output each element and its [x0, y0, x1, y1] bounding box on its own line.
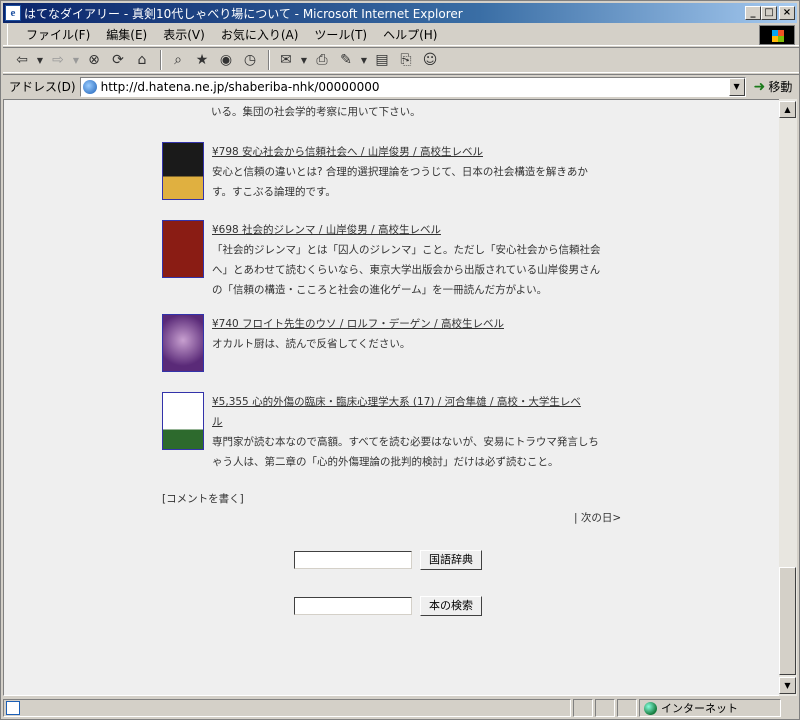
- close-button[interactable]: ×: [779, 6, 795, 20]
- menu-file[interactable]: ファイル(F): [18, 25, 98, 45]
- windows-logo-icon: [759, 25, 795, 45]
- forward-icon[interactable]: ⇨: [47, 50, 69, 70]
- menu-edit[interactable]: 編集(E): [98, 25, 155, 45]
- globe-icon: [644, 701, 657, 715]
- menu-help[interactable]: ヘルプ(H): [375, 25, 445, 45]
- page-icon: [82, 79, 97, 94]
- book-desc-tail: いる。集団の社会学的考察に用いて下さい。: [211, 106, 421, 118]
- edit-dropdown-icon[interactable]: ▼: [359, 50, 369, 70]
- menu-view[interactable]: 表示(V): [155, 25, 213, 45]
- book-desc-line: 専門家が読む本なので高額。すべてを読む必要はないが、安易にトラウマ発言しち: [212, 436, 599, 448]
- browser-window: e はてなダイアリー - 真剣10代しゃべり場について - Microsoft …: [0, 0, 800, 720]
- book-title-link[interactable]: ¥698 社会的ジレンマ / 山岸俊男 / 高校生レベル: [212, 220, 627, 240]
- book-cover-image[interactable]: [162, 314, 204, 372]
- book-cover-image[interactable]: [162, 220, 204, 278]
- book-title-link[interactable]: ¥5,355 心的外傷の臨床・臨床心理学大系 (17) / 河合隼雄 / 高校・…: [212, 392, 627, 412]
- minimize-button[interactable]: _: [745, 6, 761, 20]
- book-desc-line: の「信頼の構造・こころと社会の進化ゲーム」を一冊読んだ方がよい。: [212, 284, 548, 296]
- standard-toolbar: ⇦ ▼ ⇨ ▼ ⊗ ⟳ ⌂ ⌕ ★ ◉ ◷ ✉ ▼ ⎙ ✎ ▼ ▤ ⎘ ☺: [3, 47, 799, 73]
- scroll-thumb[interactable]: [779, 567, 796, 675]
- print-icon[interactable]: ⎙: [311, 50, 333, 70]
- security-zone: インターネット: [639, 699, 781, 717]
- edit-icon[interactable]: ✎: [335, 50, 357, 70]
- next-day-link[interactable]: | 次の日>: [574, 508, 621, 528]
- zone-label: インターネット: [661, 702, 738, 715]
- book-desc-line: オカルト厨は、読んで反省してください。: [212, 338, 411, 350]
- discuss-icon[interactable]: ▤: [371, 50, 393, 70]
- book-desc-line: す。すこぶる論理的です。: [212, 186, 336, 198]
- stop-icon[interactable]: ⊗: [83, 50, 105, 70]
- book-search-input[interactable]: [294, 597, 412, 615]
- dictionary-search-input[interactable]: [294, 551, 412, 569]
- scroll-up-icon[interactable]: ▲: [779, 101, 796, 118]
- go-arrow-icon: ➜: [753, 78, 766, 95]
- back-icon[interactable]: ⇦: [11, 50, 33, 70]
- comment-link[interactable]: [コメントを書く]: [162, 489, 244, 509]
- address-dropdown-icon[interactable]: ▼: [728, 77, 745, 96]
- book-search-button[interactable]: 本の検索: [420, 596, 482, 616]
- go-button[interactable]: ➜ 移動: [754, 78, 793, 95]
- book-cover-image[interactable]: [162, 142, 204, 200]
- address-url[interactable]: http://d.hatena.ne.jp/shaberiba-nhk/0000…: [101, 80, 380, 94]
- home-icon[interactable]: ⌂: [131, 50, 153, 70]
- book-desc-line: 安心と信頼の違いとは? 合理的選択理論をつうじて、日本の社会構造を解きあか: [212, 166, 588, 178]
- status-page-icon: [6, 701, 20, 715]
- maximize-button[interactable]: □: [761, 6, 777, 20]
- title-bar: e はてなダイアリー - 真剣10代しゃべり場について - Microsoft …: [3, 3, 797, 23]
- menu-favorites[interactable]: お気に入り(A): [213, 25, 307, 45]
- book-desc-line: へ」とあわせて読むくらいなら、東京大学出版会から出版されている山岸俊男さん: [212, 264, 601, 276]
- book-desc-line: ゃう人は、第二章の「心的外傷理論の批判的検討」だけは必ず読むこと。: [212, 456, 559, 468]
- menu-tools[interactable]: ツール(T): [306, 25, 375, 45]
- forward-dropdown-icon[interactable]: ▼: [71, 50, 81, 70]
- back-dropdown-icon[interactable]: ▼: [35, 50, 45, 70]
- menu-bar: ファイル(F) 編集(E) 表示(V) お気に入り(A) ツール(T) ヘルプ(…: [3, 24, 799, 46]
- favorites-icon[interactable]: ★: [191, 50, 213, 70]
- book-title-link[interactable]: ¥740 フロイト先生のウソ / ロルフ・デーゲン / 高校生レベル: [212, 314, 627, 334]
- media-icon[interactable]: ◉: [215, 50, 237, 70]
- search-icon[interactable]: ⌕: [167, 50, 189, 70]
- status-bar: インターネット: [3, 698, 799, 718]
- research-icon[interactable]: ⎘: [395, 50, 417, 70]
- window-title: はてなダイアリー - 真剣10代しゃべり場について - Microsoft In…: [24, 6, 463, 21]
- book-title-link-cont[interactable]: ル: [212, 412, 627, 432]
- history-icon[interactable]: ◷: [239, 50, 261, 70]
- mail-dropdown-icon[interactable]: ▼: [299, 50, 309, 70]
- address-field[interactable]: http://d.hatena.ne.jp/shaberiba-nhk/0000…: [79, 76, 746, 97]
- status-panel: [617, 699, 637, 717]
- scroll-down-icon[interactable]: ▼: [779, 677, 796, 694]
- status-panel: [595, 699, 615, 717]
- book-cover-image[interactable]: [162, 392, 204, 450]
- vertical-scrollbar[interactable]: ▲ ▼: [779, 99, 797, 696]
- address-bar: アドレス(D) http://d.hatena.ne.jp/shaberiba-…: [3, 74, 799, 98]
- status-panel: [573, 699, 593, 717]
- mail-icon[interactable]: ✉: [275, 50, 297, 70]
- go-label: 移動: [768, 80, 793, 94]
- book-search-form: 本の検索: [294, 596, 482, 616]
- ie-icon: e: [5, 5, 21, 21]
- address-label: アドレス(D): [9, 80, 76, 94]
- book-title-link[interactable]: ¥798 安心社会から信頼社会へ / 山岸俊男 / 高校生レベル: [212, 142, 627, 162]
- book-desc-line: 「社会的ジレンマ」とは「囚人のジレンマ」こと。ただし「安心社会から信頼社会: [212, 244, 601, 256]
- dictionary-search-form: 国語辞典: [294, 550, 482, 570]
- messenger-icon[interactable]: ☺: [419, 50, 441, 70]
- status-main-panel: [3, 699, 571, 717]
- page-viewport: いる。集団の社会学的考察に用いて下さい。 ¥798 安心社会から信頼社会へ / …: [3, 99, 781, 696]
- dictionary-search-button[interactable]: 国語辞典: [420, 550, 482, 570]
- refresh-icon[interactable]: ⟳: [107, 50, 129, 70]
